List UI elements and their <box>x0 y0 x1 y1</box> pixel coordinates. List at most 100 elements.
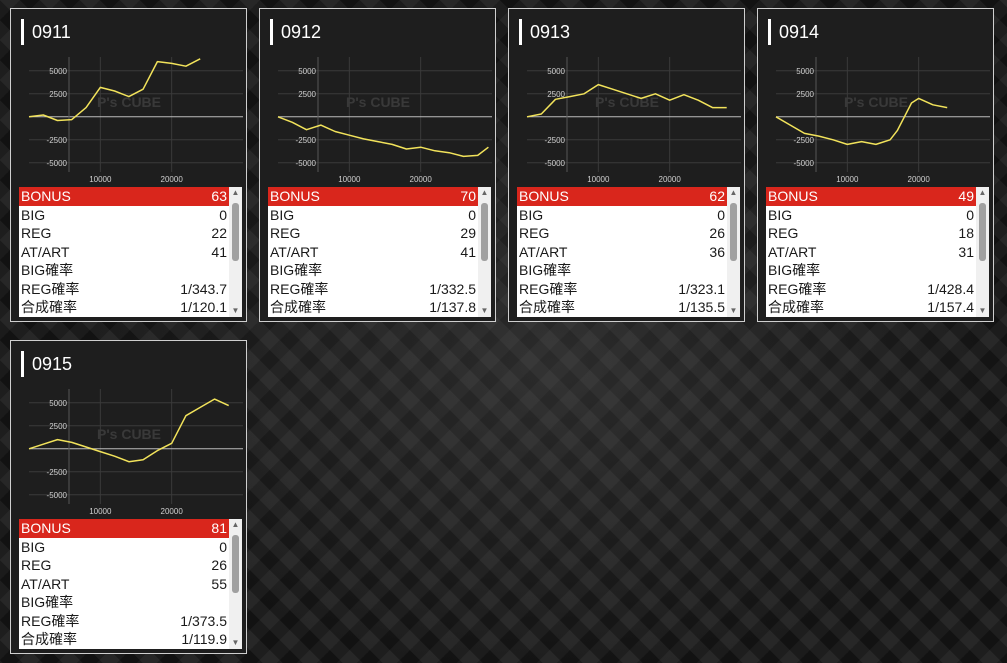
scroll-down-icon[interactable]: ▼ <box>229 305 242 317</box>
stat-value: 62 <box>709 188 725 204</box>
stat-row-total-rate: 合成確率 1/120.1 <box>19 298 229 317</box>
stats-list: BONUS 70 BIG 0 REG 29 AT/ART 41 BIG確率 REG確率 1/332.… <box>268 187 478 317</box>
stat-row-reg-rate: REG確率 1/343.7 <box>19 280 229 299</box>
stat-label: REG確率 <box>768 280 827 297</box>
stat-label: 合成確率 <box>21 299 77 315</box>
x-tick-label: 20000 <box>161 175 184 184</box>
stat-label: REG <box>270 225 301 241</box>
stat-row-total-rate: 合成確率 1/137.8 <box>268 298 478 317</box>
stat-value: 18 <box>958 225 974 241</box>
stats-scrollbar[interactable]: ▲ ▼ <box>478 187 491 317</box>
stat-row-total-rate: 合成確率 1/135.5 <box>517 298 727 317</box>
stat-row-big: BIG 0 <box>268 206 478 225</box>
stat-label: 合成確率 <box>768 299 824 315</box>
stat-label: BIG確率 <box>21 594 74 610</box>
y-tick-label: -5000 <box>545 159 566 168</box>
stat-label: REG確率 <box>270 280 329 297</box>
y-tick-label: 2500 <box>298 90 316 99</box>
scroll-thumb[interactable] <box>232 203 239 261</box>
stat-row-bonus: BONUS 62 <box>517 187 727 206</box>
stat-value: 0 <box>966 206 974 223</box>
watermark-logo: P's CUBE <box>97 426 161 442</box>
scroll-down-icon[interactable]: ▼ <box>976 305 989 317</box>
scroll-up-icon[interactable]: ▲ <box>727 187 740 199</box>
stat-value: 1/137.8 <box>429 299 476 315</box>
stat-row-big: BIG 0 <box>517 206 727 225</box>
stat-label: REG確率 <box>519 280 578 297</box>
stat-value: 29 <box>460 225 476 241</box>
scroll-thumb[interactable] <box>979 203 986 261</box>
stat-label: BIG <box>21 538 46 555</box>
stat-row-reg: REG 22 <box>19 224 229 243</box>
stat-label: AT/ART <box>21 575 70 592</box>
stat-value: 0 <box>219 538 227 555</box>
stats-scrollbar[interactable]: ▲ ▼ <box>229 519 242 649</box>
scroll-down-icon[interactable]: ▼ <box>478 305 491 317</box>
y-tick-label: 2500 <box>49 422 67 431</box>
stat-row-total-rate: 合成確率 1/119.9 <box>19 630 229 649</box>
scroll-up-icon[interactable]: ▲ <box>229 519 242 531</box>
stats-panel[interactable]: BONUS 49 BIG 0 REG 18 AT/ART 31 BIG確率 REG確率 1/428.… <box>766 187 989 317</box>
y-tick-label: 5000 <box>796 67 814 76</box>
stats-list: BONUS 62 BIG 0 REG 26 AT/ART 36 BIG確率 REG確率 1/323.… <box>517 187 727 317</box>
stat-label: BIG <box>768 206 793 223</box>
y-tick-label: 5000 <box>49 67 67 76</box>
scroll-thumb[interactable] <box>730 203 737 261</box>
stats-scrollbar[interactable]: ▲ ▼ <box>976 187 989 317</box>
stat-value: 55 <box>211 575 227 592</box>
stat-row-big-rate: BIG確率 <box>268 261 478 280</box>
stat-row-big: BIG 0 <box>766 206 976 225</box>
stats-panel[interactable]: BONUS 62 BIG 0 REG 26 AT/ART 36 BIG確率 REG確率 1/323.… <box>517 187 740 317</box>
machine-card-0913[interactable]: 0913 P's CUBE 10000 20000 5000 2500 -2500 -5000… <box>508 8 745 322</box>
stats-panel[interactable]: BONUS 70 BIG 0 REG 29 AT/ART 41 BIG確率 REG確率 1/332.… <box>268 187 491 317</box>
y-tick-label: -2500 <box>47 136 68 145</box>
stat-label: BONUS <box>768 188 818 204</box>
stat-value: 0 <box>717 206 725 223</box>
stats-scrollbar[interactable]: ▲ ▼ <box>229 187 242 317</box>
scroll-thumb[interactable] <box>232 535 239 593</box>
slump-graph: P's CUBE 10000 20000 5000 2500 -2500 -5000 <box>509 49 746 185</box>
x-tick-label: 10000 <box>89 175 112 184</box>
stat-label: REG <box>768 225 799 241</box>
scroll-down-icon[interactable]: ▼ <box>727 305 740 317</box>
scroll-down-icon[interactable]: ▼ <box>229 637 242 649</box>
stat-row-bonus: BONUS 81 <box>19 519 229 538</box>
stat-row-reg-rate: REG確率 1/323.1 <box>517 280 727 299</box>
stat-row-big-rate: BIG確率 <box>766 261 976 280</box>
stat-row-big-rate: BIG確率 <box>19 261 229 280</box>
x-tick-label: 20000 <box>410 175 433 184</box>
machine-card-0911[interactable]: 0911 P's CUBE 10000 20000 5000 2500 -2500 -5000… <box>10 8 247 322</box>
scroll-up-icon[interactable]: ▲ <box>229 187 242 199</box>
stat-row-reg-rate: REG確率 1/428.4 <box>766 280 976 299</box>
stats-scrollbar[interactable]: ▲ ▼ <box>727 187 740 317</box>
machine-card-0914[interactable]: 0914 P's CUBE 10000 20000 5000 2500 -2500 -5000… <box>757 8 994 322</box>
stat-label: 合成確率 <box>21 631 77 647</box>
stat-label: BIG <box>519 206 544 223</box>
stats-panel[interactable]: BONUS 81 BIG 0 REG 26 AT/ART 55 BIG確率 REG確率 1/373.… <box>19 519 242 649</box>
stat-row-big: BIG 0 <box>19 206 229 225</box>
stat-row-at-art: AT/ART 36 <box>517 243 727 262</box>
scroll-up-icon[interactable]: ▲ <box>976 187 989 199</box>
y-tick-label: 5000 <box>49 399 67 408</box>
stat-row-at-art: AT/ART 31 <box>766 243 976 262</box>
watermark-logo: P's CUBE <box>844 94 908 110</box>
machine-number: 0912 <box>270 19 321 45</box>
machine-card-0915[interactable]: 0915 P's CUBE 10000 20000 5000 2500 -2500 -5000… <box>10 340 247 654</box>
stat-row-big: BIG 0 <box>19 538 229 557</box>
stat-value: 0 <box>468 206 476 223</box>
stat-value: 1/120.1 <box>180 299 227 315</box>
y-tick-label: 5000 <box>547 67 565 76</box>
stat-label: 合成確率 <box>519 299 575 315</box>
stat-label: BIG確率 <box>21 262 74 278</box>
scroll-thumb[interactable] <box>481 203 488 261</box>
stat-label: REG <box>21 225 52 241</box>
slump-graph-svg: P's CUBE 10000 20000 5000 2500 -2500 -5000 <box>277 57 492 184</box>
stat-label: REG <box>519 225 550 241</box>
stat-row-big-rate: BIG確率 <box>19 593 229 612</box>
stat-label: REG <box>21 557 52 573</box>
machine-number: 0914 <box>768 19 819 45</box>
scroll-up-icon[interactable]: ▲ <box>478 187 491 199</box>
stats-panel[interactable]: BONUS 63 BIG 0 REG 22 AT/ART 41 BIG確率 REG確率 1/343.… <box>19 187 242 317</box>
machine-card-0912[interactable]: 0912 P's CUBE 10000 20000 5000 2500 -2500 -5000… <box>259 8 496 322</box>
stat-label: BONUS <box>519 188 569 204</box>
